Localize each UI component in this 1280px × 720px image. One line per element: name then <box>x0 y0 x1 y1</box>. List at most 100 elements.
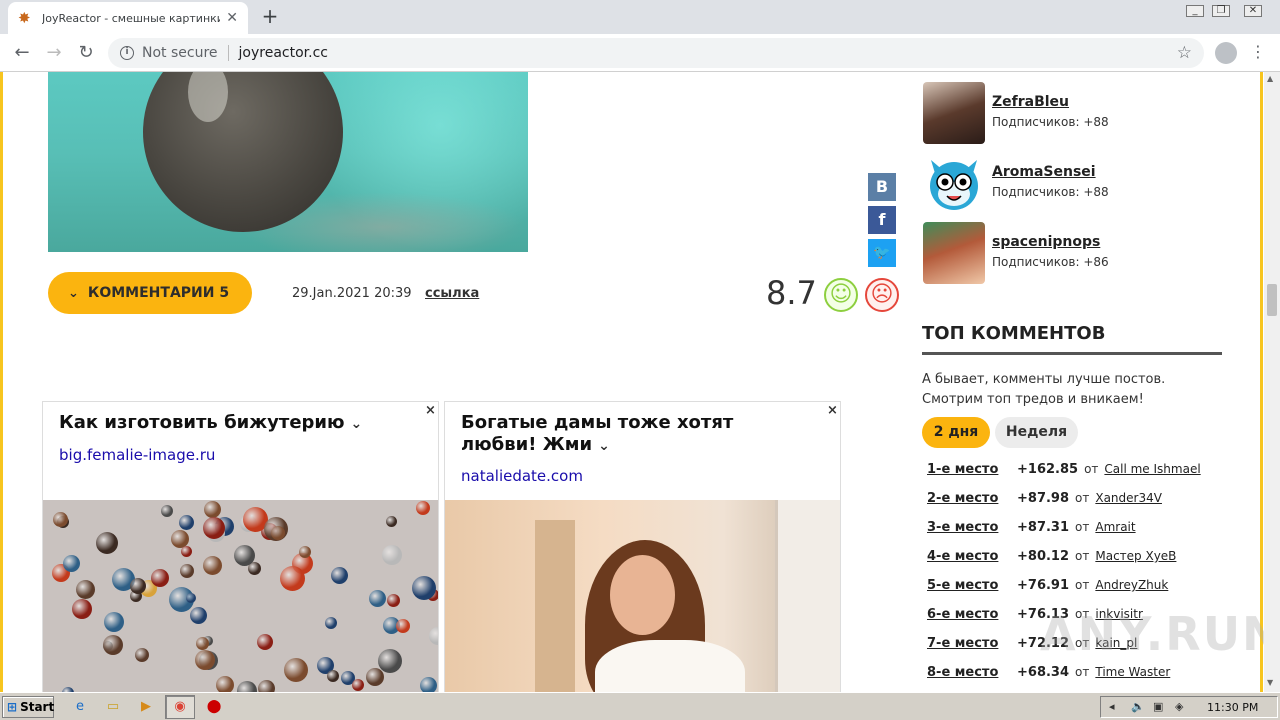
ad-domain[interactable]: nataliedate.com <box>461 467 583 485</box>
bead-shape <box>195 650 215 670</box>
user-card[interactable]: ZefraBleu Подписчиков: +88 <box>923 82 1223 144</box>
ad-image-woman[interactable] <box>445 500 840 692</box>
restore-button[interactable]: ❐ <box>1208 0 1234 20</box>
info-icon[interactable]: i <box>120 46 134 60</box>
close-window-button[interactable]: ✕ <box>1240 0 1266 20</box>
share-twitter-icon[interactable]: 🐦 <box>868 239 896 267</box>
user-name[interactable]: ZefraBleu <box>992 94 1069 110</box>
forward-icon[interactable]: → <box>42 41 66 65</box>
avatar[interactable] <box>923 152 985 214</box>
bead-shape <box>280 566 305 591</box>
place-label[interactable]: 2-е место <box>927 491 1017 506</box>
top-comment-row[interactable]: 1-е место +162.85 от Call me Ishmael <box>927 462 1227 491</box>
user-name[interactable]: spacenipnops <box>992 234 1100 250</box>
vote-up-smile-icon[interactable]: ☺ <box>824 278 858 312</box>
chevron-down-icon[interactable]: ⌄ <box>598 438 610 454</box>
user-subscribers: Подписчиков: +88 <box>992 115 1109 129</box>
share-vk-icon[interactable]: В <box>868 173 896 201</box>
author-link[interactable]: AndreyZhuk <box>1095 578 1168 592</box>
shield-icon[interactable]: ◈ <box>1175 700 1183 713</box>
minimize-button[interactable]: _ <box>1182 0 1208 20</box>
chrome-icon[interactable]: ◉ <box>171 698 189 716</box>
browser-menu-icon[interactable]: ⋮ <box>1250 42 1266 61</box>
comments-button[interactable]: ⌄ КОММЕНТАРИИ 5 <box>48 272 252 314</box>
top-comment-row[interactable]: 2-е место +87.98 от Xander34V <box>927 491 1227 520</box>
reload-icon[interactable]: ↻ <box>74 41 98 65</box>
post-image[interactable] <box>48 72 528 252</box>
network-icon[interactable]: ▣ <box>1153 700 1163 713</box>
place-label[interactable]: 7-е место <box>927 636 1017 651</box>
bead-shape <box>76 580 95 599</box>
post-link[interactable]: ссылка <box>425 286 479 301</box>
top-comments-heading: ТОП КОММЕНТОВ <box>922 323 1106 344</box>
user-card[interactable]: AromaSensei Подписчиков: +88 <box>923 152 1223 214</box>
ad-card[interactable]: × Богатые дамы тоже хотят любви! Жми ⌄ na… <box>444 401 841 692</box>
new-tab-button[interactable]: + <box>258 4 282 28</box>
avatar[interactable] <box>923 82 985 144</box>
ad-close-icon[interactable]: × <box>827 403 838 418</box>
top-comment-row[interactable]: 5-е место +76.91 от AndreyZhuk <box>927 578 1227 607</box>
place-label[interactable]: 3-е место <box>927 520 1017 535</box>
url-text[interactable]: joyreactor.cc <box>239 45 1177 61</box>
top-comment-row[interactable]: 4-е место +80.12 от Мастер ХуеВ <box>927 549 1227 578</box>
vote-down-frown-icon[interactable]: ☹ <box>865 278 899 312</box>
place-label[interactable]: 5-е место <box>927 578 1017 593</box>
ie-icon[interactable]: e <box>71 698 89 716</box>
scroll-down-icon[interactable]: ▼ <box>1267 678 1273 687</box>
system-tray: ◂ 🔈 ▣ ◈ 11:30 PM <box>1100 696 1278 718</box>
ad-title[interactable]: Как изготовить бижутерию ⌄ <box>59 412 409 435</box>
top-comment-row[interactable]: 8-е место +68.34 от Time Waster <box>927 665 1227 692</box>
chevron-down-icon[interactable]: ⌄ <box>351 416 363 432</box>
share-facebook-icon[interactable]: f <box>868 206 896 234</box>
tab-title: JoyReactor - смешные картинки и <box>42 11 221 25</box>
bookmark-star-icon[interactable]: ☆ <box>1177 43 1192 63</box>
ad-title-text: Как изготовить бижутерию <box>59 412 345 433</box>
author-link[interactable]: Amrait <box>1095 520 1135 534</box>
place-label[interactable]: 6-е место <box>927 607 1017 622</box>
bead-shape <box>429 627 438 645</box>
start-button[interactable]: ⊞ Start <box>2 696 54 718</box>
browser-tab[interactable]: ✸ JoyReactor - смешные картинки и ✕ <box>8 2 248 34</box>
close-tab-icon[interactable]: ✕ <box>226 10 238 26</box>
place-label[interactable]: 1-е место <box>927 462 1017 477</box>
start-label: Start <box>20 700 55 714</box>
top-comment-row[interactable]: 3-е место +87.31 от Amrait <box>927 520 1227 549</box>
tray-arrow-icon[interactable]: ◂ <box>1109 700 1115 713</box>
page-scrollbar[interactable]: ▲ ▼ <box>1264 72 1280 692</box>
ad-card[interactable]: × Как изготовить бижутерию ⌄ big.femalie-… <box>42 401 439 692</box>
ad-domain[interactable]: big.femalie-image.ru <box>59 446 215 464</box>
place-label[interactable]: 8-е место <box>927 665 1017 680</box>
author-link[interactable]: Time Waster <box>1095 665 1170 679</box>
ad-close-icon[interactable]: × <box>425 403 436 418</box>
cat-avatar-icon <box>930 160 978 210</box>
user-name[interactable]: AromaSensei <box>992 164 1096 180</box>
tab-week[interactable]: Неделя <box>995 417 1078 448</box>
bead-shape <box>237 681 257 692</box>
address-bar[interactable]: i Not secure joyreactor.cc ☆ <box>108 38 1204 68</box>
user-card[interactable]: spacenipnops Подписчиков: +86 <box>923 222 1223 284</box>
volume-icon[interactable]: 🔈 <box>1131 700 1145 713</box>
media-player-icon[interactable]: ▶ <box>137 698 155 716</box>
score-value: +80.12 <box>1017 549 1070 564</box>
security-alert-icon[interactable]: ⬤ <box>205 698 223 716</box>
bead-shape <box>72 599 92 619</box>
profile-avatar-icon[interactable] <box>1215 42 1237 64</box>
back-icon[interactable]: ← <box>10 41 34 65</box>
scroll-up-icon[interactable]: ▲ <box>1267 74 1273 83</box>
not-secure-label: Not secure <box>142 45 218 61</box>
scroll-thumb[interactable] <box>1267 284 1277 316</box>
taskbar-clock: 11:30 PM <box>1207 701 1259 714</box>
bead-shape <box>151 569 169 587</box>
author-link[interactable]: Xander34V <box>1095 491 1162 505</box>
ad-title[interactable]: Богатые дамы тоже хотят любви! Жми ⌄ <box>461 412 811 457</box>
place-label[interactable]: 4-е место <box>927 549 1017 564</box>
author-link[interactable]: Мастер ХуеВ <box>1095 549 1176 563</box>
bead-shape <box>416 501 430 515</box>
avatar[interactable] <box>923 222 985 284</box>
folder-icon[interactable]: ▭ <box>104 698 122 716</box>
bead-shape <box>181 546 192 557</box>
bead-shape <box>420 677 437 692</box>
tab-2-days[interactable]: 2 дня <box>922 417 990 448</box>
ad-image-beads[interactable] <box>43 500 438 692</box>
author-link[interactable]: Call me Ishmael <box>1104 462 1200 476</box>
